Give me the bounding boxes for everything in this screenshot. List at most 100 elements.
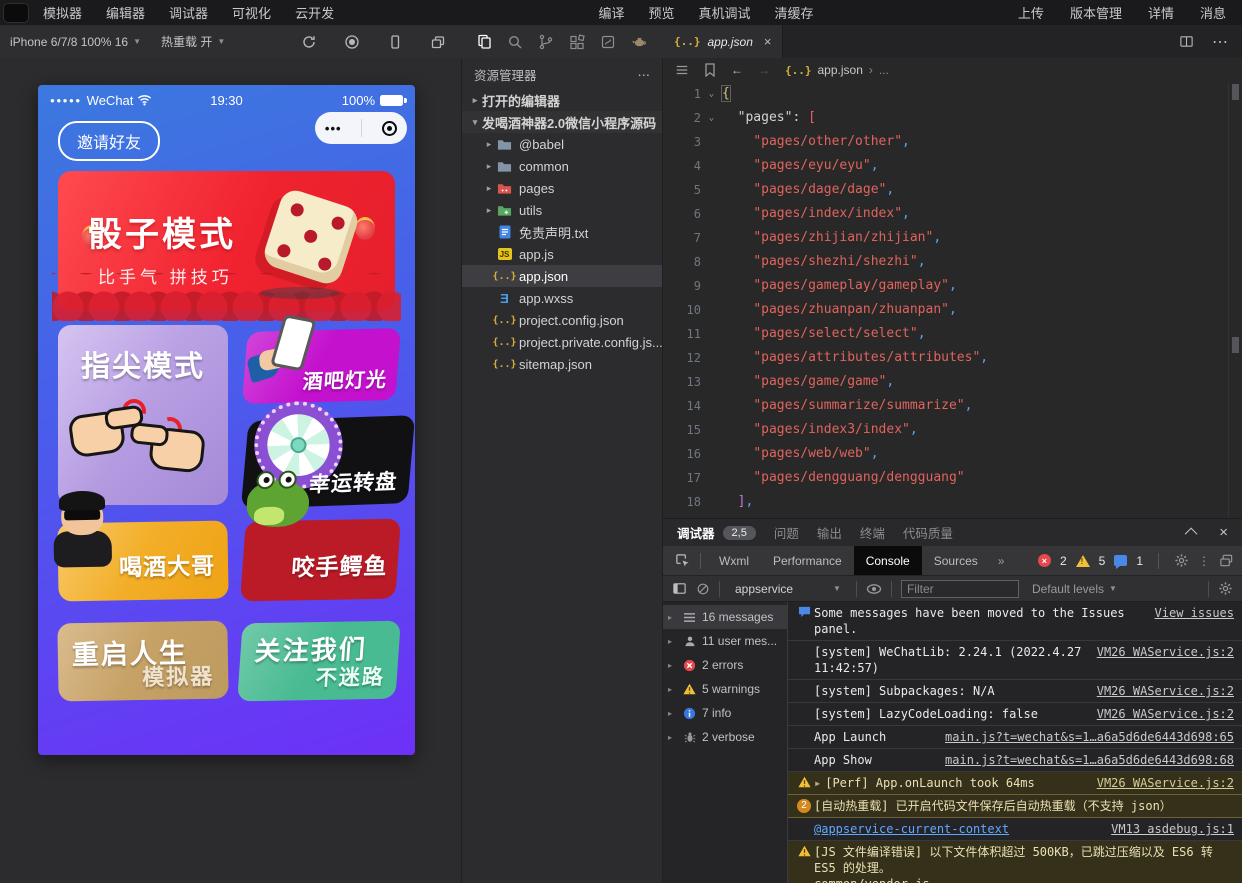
source-link[interactable]: VM26 WAService.js:2: [1097, 707, 1234, 721]
explorer-more-icon[interactable]: ⋯: [638, 67, 651, 82]
outline-icon[interactable]: [675, 63, 689, 77]
devtools-tab-wxml[interactable]: Wxml: [707, 546, 761, 575]
menu-item-版本管理[interactable]: 版本管理: [1070, 3, 1122, 22]
project-root-row[interactable]: ▾ 发喝酒神器2.0微信小程序源码: [462, 111, 662, 133]
device-selector[interactable]: iPhone 6/7/8 100% 16 ▼: [0, 25, 151, 58]
code-editor[interactable]: 1⌄{2⌄ "pages": [3 "pages/other/other",4 …: [663, 82, 1242, 518]
file-row-common[interactable]: ▸common: [462, 155, 662, 177]
menu-item-模拟器[interactable]: 模拟器: [43, 3, 82, 22]
menu-item-详情[interactable]: 详情: [1148, 3, 1174, 22]
source-link[interactable]: main.js?t=wechat&s=1…a6a5d6de6443d698:65: [945, 730, 1234, 744]
file-row-app.json[interactable]: {..}app.json: [462, 265, 662, 287]
live-expression-icon[interactable]: [866, 583, 882, 595]
close-panel-icon[interactable]: ×: [1219, 524, 1228, 541]
debugger-tab-终端[interactable]: 终端: [860, 523, 885, 542]
close-target-icon[interactable]: [382, 121, 397, 136]
debugger-tab-代码质量[interactable]: 代码质量: [903, 523, 953, 542]
devtools-settings-icon[interactable]: [1174, 553, 1189, 568]
scrollbar-mark[interactable]: [1232, 337, 1239, 353]
nav-back-icon[interactable]: ←: [731, 63, 743, 77]
close-icon[interactable]: ×: [764, 34, 772, 49]
split-editor-icon[interactable]: [1178, 34, 1194, 50]
miniprogram-panel-icon[interactable]: [600, 34, 616, 50]
file-row-pages[interactable]: ▸pages: [462, 177, 662, 199]
debugger-tab-输出[interactable]: 输出: [817, 523, 842, 542]
file-row-sitemap.json[interactable]: {..}sitemap.json: [462, 353, 662, 375]
card-biting-crocodile[interactable]: 咬手鳄鱼: [240, 519, 401, 602]
console-filter-verbose[interactable]: ▸2 verbose: [663, 725, 787, 749]
devtools-tab-performance[interactable]: Performance: [761, 546, 854, 575]
menu-item-消息[interactable]: 消息: [1200, 3, 1226, 22]
refresh-icon[interactable]: [301, 34, 317, 50]
view-issues-link[interactable]: View issues: [1155, 606, 1234, 620]
dice-mode-banner[interactable]: 骰子模式 比手气 拼技巧: [58, 171, 395, 311]
bookmark-icon[interactable]: [704, 63, 716, 77]
menu-item-编辑器[interactable]: 编辑器: [106, 3, 145, 22]
breadcrumb-file[interactable]: app.json: [818, 63, 863, 77]
phone-view-icon[interactable]: [387, 34, 403, 50]
context-link[interactable]: @appservice-current-context: [814, 822, 1009, 836]
search-icon[interactable]: [507, 34, 523, 50]
file-row-project.config.json[interactable]: {..}project.config.json: [462, 309, 662, 331]
fold-chevron-icon[interactable]: ⌄: [701, 82, 722, 106]
console-filter-info[interactable]: ▸7 info: [663, 701, 787, 725]
menu-item-编译[interactable]: 编译: [598, 3, 624, 22]
file-row-@babel[interactable]: ▸@babel: [462, 133, 662, 155]
warning-count-icon[interactable]: [1076, 555, 1090, 567]
context-selector[interactable]: appservice ▼: [729, 582, 847, 596]
menu-item-真机调试[interactable]: 真机调试: [699, 3, 751, 22]
breadcrumb-more[interactable]: ...: [879, 63, 889, 77]
menu-item-云开发[interactable]: 云开发: [295, 3, 334, 22]
record-icon[interactable]: [344, 34, 360, 50]
more-tabs-icon[interactable]: »: [990, 554, 1013, 568]
expand-arrow-icon[interactable]: ▸: [814, 776, 821, 790]
devtools-menu-icon[interactable]: ⋮: [1198, 554, 1210, 568]
console-filter-list[interactable]: ▸16 messages: [663, 605, 787, 629]
card-restart-life[interactable]: 重启人生 模拟器: [57, 621, 228, 702]
file-row-utils[interactable]: ▸utils: [462, 199, 662, 221]
card-drinking-bro[interactable]: 喝酒大哥: [57, 521, 228, 602]
file-row-app.js[interactable]: JSapp.js: [462, 243, 662, 265]
git-branch-icon[interactable]: [538, 34, 554, 50]
menu-item-清缓存[interactable]: 清缓存: [775, 3, 814, 22]
source-link[interactable]: VM26 WAService.js:2: [1097, 776, 1234, 790]
source-link[interactable]: VM13 asdebug.js:1: [1111, 822, 1234, 836]
teapot-icon[interactable]: [631, 34, 647, 50]
open-editors-row[interactable]: ▸ 打开的编辑器: [462, 89, 662, 111]
devtools-tab-sources[interactable]: Sources: [922, 546, 990, 575]
multi-window-icon[interactable]: [430, 34, 446, 50]
menu-item-可视化[interactable]: 可视化: [232, 3, 271, 22]
card-bar-light[interactable]: 酒吧灯光: [242, 328, 401, 404]
more-dots-icon[interactable]: •••: [325, 121, 342, 136]
error-count-icon[interactable]: ×: [1038, 554, 1051, 567]
menu-item-上传[interactable]: 上传: [1018, 3, 1044, 22]
log-levels-selector[interactable]: Default levels ▼: [1032, 582, 1117, 596]
scrollbar-mark[interactable]: [1232, 84, 1239, 100]
files-icon[interactable]: [476, 34, 492, 50]
filter-input[interactable]: [901, 580, 1019, 598]
file-row-----.txt[interactable]: 免责声明.txt: [462, 221, 662, 243]
extensions-icon[interactable]: [569, 34, 585, 50]
file-row-app.wxss[interactable]: Ǝapp.wxss: [462, 287, 662, 309]
phone-simulator[interactable]: ●●●●● WeChat 19:30 100% 邀请好友 •••: [38, 85, 415, 755]
invite-friends-button[interactable]: 邀请好友: [58, 121, 160, 161]
file-row-project.private.config.js...[interactable]: {..}project.private.config.js...: [462, 331, 662, 353]
source-link[interactable]: main.js?t=wechat&s=1…a6a5d6de6443d698:68: [945, 753, 1234, 767]
message-count-icon[interactable]: [1114, 555, 1127, 566]
menu-item-预览[interactable]: 预览: [648, 3, 674, 22]
devtools-tab-console[interactable]: Console: [854, 546, 922, 575]
source-link[interactable]: VM26 WAService.js:2: [1097, 645, 1234, 659]
menu-item-调试器[interactable]: 调试器: [169, 3, 208, 22]
card-follow-us[interactable]: 关注我们 不迷路: [237, 621, 401, 702]
hot-reload-toggle[interactable]: 热重载 开 ▼: [151, 25, 235, 58]
fold-chevron-icon[interactable]: ⌄: [701, 106, 722, 130]
console-filter-user[interactable]: ▸11 user mes...: [663, 629, 787, 653]
collapse-panel-icon[interactable]: [1185, 528, 1198, 541]
tab-app-json[interactable]: {..} app.json ×: [663, 25, 783, 58]
dock-side-icon[interactable]: [1219, 553, 1234, 568]
inspect-element-icon[interactable]: [671, 553, 694, 568]
sidebar-toggle-icon[interactable]: [672, 581, 687, 596]
more-actions-icon[interactable]: ⋯: [1212, 32, 1228, 52]
debugger-tab-问题[interactable]: 问题: [774, 523, 799, 542]
tab-debugger[interactable]: 调试器: [677, 523, 715, 542]
